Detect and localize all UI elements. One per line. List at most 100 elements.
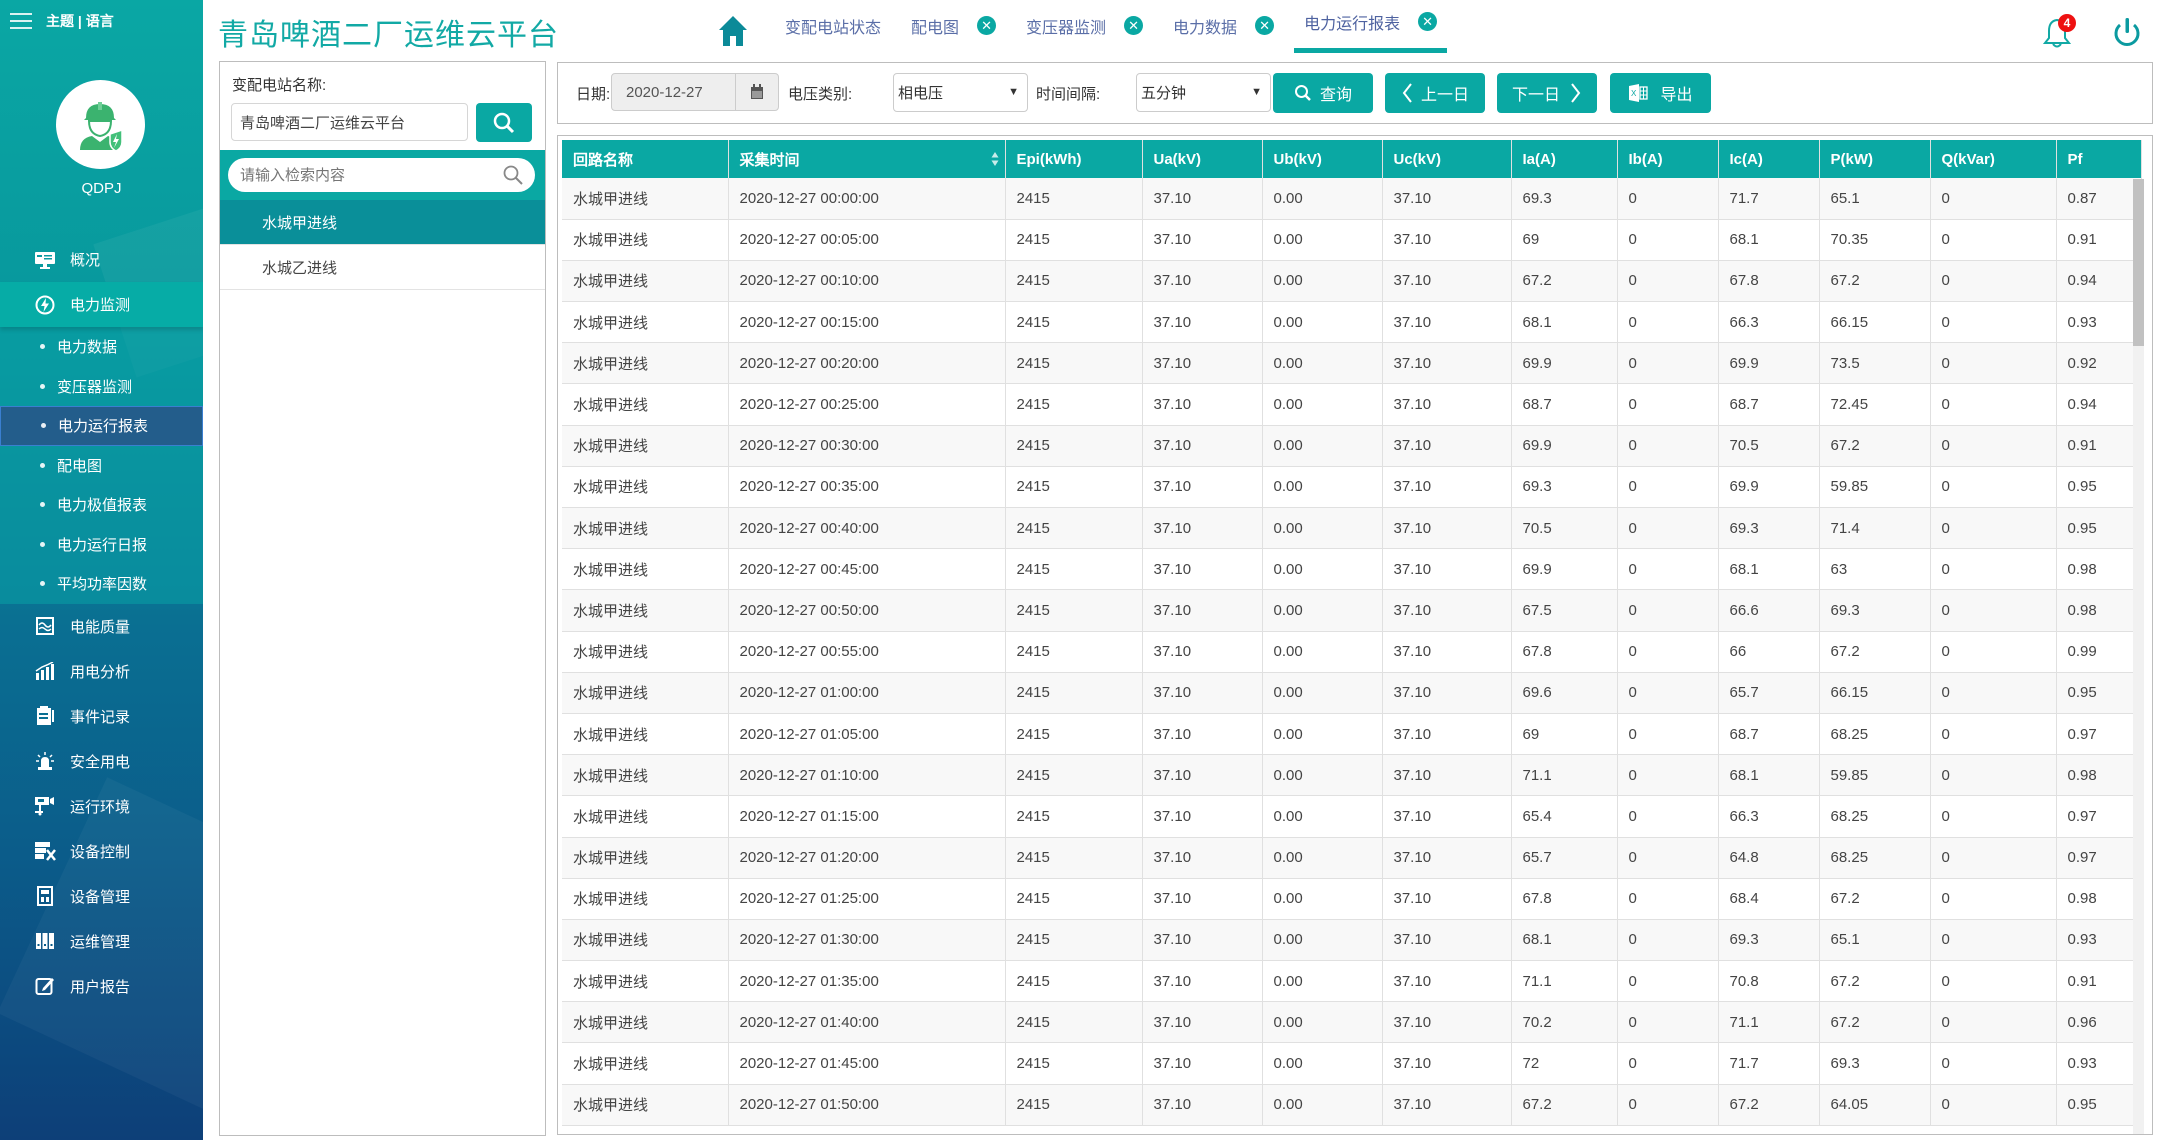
date-input[interactable]: 2020-12-27 bbox=[611, 73, 736, 111]
table-cell: 67.2 bbox=[1819, 1001, 1931, 1044]
table-row[interactable]: 水城甲进线 2020-12-27 00:45:00 2415 37.10 0.00 37.… bbox=[562, 548, 2142, 591]
chevron-right-icon bbox=[1570, 82, 1582, 104]
table-cell: 0 bbox=[1930, 466, 2057, 509]
query-button[interactable]: 查询 bbox=[1273, 73, 1373, 113]
date-picker-button[interactable] bbox=[735, 73, 779, 111]
tab-power-operation-report[interactable]: 电力运行报表 ✕ bbox=[1284, 0, 1448, 57]
sidebar-item-label: 电能质量 bbox=[70, 618, 131, 636]
station-list-item[interactable]: 水城甲进线 bbox=[220, 200, 545, 245]
table-cell: 37.10 bbox=[1142, 301, 1263, 344]
sidebar-subitem-power-extreme-report[interactable]: 电力极值报表 bbox=[0, 485, 203, 525]
sidebar-item-event-records[interactable]: 事件记录 bbox=[0, 694, 203, 739]
table-cell: 0.00 bbox=[1262, 383, 1383, 426]
sidebar-item-operating-environment[interactable]: 运行环境 bbox=[0, 784, 203, 829]
table-cell: 2020-12-27 01:25:00 bbox=[728, 878, 1006, 920]
table-row[interactable]: 水城甲进线 2020-12-27 00:10:00 2415 37.10 0.00 37.… bbox=[562, 260, 2142, 303]
table-scrollbar[interactable] bbox=[2133, 179, 2144, 1134]
sidebar-subitem-label: 电力数据 bbox=[57, 339, 118, 357]
tab-substation-status[interactable]: 变配电站状态 bbox=[765, 0, 891, 57]
sort-icon[interactable] bbox=[991, 151, 999, 167]
table-row[interactable]: 水城甲进线 2020-12-27 00:30:00 2415 37.10 0.00 37.… bbox=[562, 425, 2142, 467]
table-cell: 0 bbox=[1930, 878, 2057, 920]
table-row[interactable]: 水城甲进线 2020-12-27 00:35:00 2415 37.10 0.00 37.… bbox=[562, 466, 2142, 509]
table-cell: 2415 bbox=[1005, 219, 1143, 261]
table-row[interactable]: 水城甲进线 2020-12-27 00:50:00 2415 37.10 0.00 37.… bbox=[562, 589, 2142, 632]
station-name-input[interactable] bbox=[231, 103, 468, 141]
search-icon[interactable] bbox=[502, 164, 524, 186]
sidebar-subitem-average-power-factor[interactable]: 平均功率因数 bbox=[0, 564, 203, 604]
sidebar-subitem-power-operation-report[interactable]: 电力运行报表 bbox=[0, 406, 203, 446]
tab-power-data[interactable]: 电力数据 ✕ bbox=[1153, 0, 1284, 57]
table-row[interactable]: 水城甲进线 2020-12-27 01:25:00 2415 37.10 0.00 37.… bbox=[562, 878, 2142, 920]
table-row[interactable]: 水城甲进线 2020-12-27 01:00:00 2415 37.10 0.00 37.… bbox=[562, 672, 2142, 714]
table-cell: 37.10 bbox=[1382, 589, 1512, 632]
table-row[interactable]: 水城甲进线 2020-12-27 01:45:00 2415 37.10 0.00 37.… bbox=[562, 1042, 2142, 1085]
sidebar-item-user-report[interactable]: 用户报告 bbox=[0, 964, 203, 1009]
table-row[interactable]: 水城甲进线 2020-12-27 00:15:00 2415 37.10 0.00 37.… bbox=[562, 301, 2142, 344]
table-cell: 2415 bbox=[1005, 1084, 1143, 1126]
scrollbar-thumb[interactable] bbox=[2133, 179, 2144, 346]
table-row[interactable]: 水城甲进线 2020-12-27 01:10:00 2415 37.10 0.00 37.… bbox=[562, 754, 2142, 797]
table-cell: 69 bbox=[1511, 713, 1618, 756]
notification-badge: 4 bbox=[2058, 14, 2076, 32]
voltage-type-select[interactable]: 相电压 ▼ bbox=[893, 73, 1028, 112]
theme-language-link[interactable]: 主题 | 语言 bbox=[46, 11, 114, 31]
table-row[interactable]: 水城甲进线 2020-12-27 01:50:00 2415 37.10 0.00 37.… bbox=[562, 1084, 2142, 1126]
close-tab-icon[interactable]: ✕ bbox=[1418, 12, 1438, 31]
table-cell: 69.3 bbox=[1819, 589, 1931, 632]
table-row[interactable]: 水城甲进线 2020-12-27 00:55:00 2415 37.10 0.00 37.… bbox=[562, 631, 2142, 673]
sidebar-subitem-label: 配电图 bbox=[57, 457, 103, 475]
close-tab-icon[interactable]: ✕ bbox=[977, 16, 997, 35]
table-row[interactable]: 水城甲进线 2020-12-27 01:35:00 2415 37.10 0.00 37.… bbox=[562, 960, 2142, 1003]
table-cell: 0.98 bbox=[2056, 589, 2142, 632]
sidebar-subitem-power-data[interactable]: 电力数据 bbox=[0, 327, 203, 367]
sidebar-item-power-quality[interactable]: 电能质量 bbox=[0, 604, 203, 649]
table-row[interactable]: 水城甲进线 2020-12-27 00:20:00 2415 37.10 0.00 37.… bbox=[562, 342, 2142, 385]
tab-distribution-diagram[interactable]: 配电图 ✕ bbox=[891, 0, 1006, 57]
station-search-button[interactable] bbox=[476, 103, 532, 142]
table-row[interactable]: 水城甲进线 2020-12-27 01:15:00 2415 37.10 0.00 37.… bbox=[562, 795, 2142, 838]
bullet-icon bbox=[40, 502, 45, 508]
interval-select[interactable]: 五分钟 ▼ bbox=[1136, 73, 1271, 112]
avatar[interactable] bbox=[56, 80, 145, 169]
station-list-item[interactable]: 水城乙进线 bbox=[220, 245, 545, 290]
table-row[interactable]: 水城甲进线 2020-12-27 01:05:00 2415 37.10 0.00 37.… bbox=[562, 713, 2142, 756]
sidebar-subitem-power-daily-report[interactable]: 电力运行日报 bbox=[0, 525, 203, 565]
table-row[interactable]: 水城甲进线 2020-12-27 00:40:00 2415 37.10 0.00 37.… bbox=[562, 507, 2142, 550]
table-row[interactable]: 水城甲进线 2020-12-27 00:05:00 2415 37.10 0.00 37.… bbox=[562, 219, 2142, 261]
next-day-button[interactable]: 下一日 bbox=[1497, 73, 1597, 113]
voltage-type-label: 电压类别: bbox=[788, 86, 853, 103]
sidebar-item-power-monitoring[interactable]: 电力监测 bbox=[0, 282, 203, 327]
table-row[interactable]: 水城甲进线 2020-12-27 01:20:00 2415 37.10 0.00 37.… bbox=[562, 837, 2142, 879]
close-tab-icon[interactable]: ✕ bbox=[1255, 16, 1275, 35]
sidebar-item-device-control[interactable]: 设备控制 bbox=[0, 829, 203, 874]
filter-input[interactable] bbox=[228, 158, 535, 192]
sidebar-item-overview[interactable]: 概况 bbox=[0, 237, 203, 282]
sidebar-subitem-transformer-monitoring[interactable]: 变压器监测 bbox=[0, 367, 203, 407]
logout-button[interactable] bbox=[2110, 16, 2144, 50]
table-cell: 0 bbox=[1930, 383, 2057, 426]
menu-toggle-icon[interactable] bbox=[10, 13, 32, 29]
sidebar-item-maintenance-management[interactable]: 运维管理 bbox=[0, 919, 203, 964]
sidebar-subitem-distribution-diagram[interactable]: 配电图 bbox=[0, 446, 203, 486]
table-cell: 0.00 bbox=[1262, 548, 1383, 591]
table-row[interactable]: 水城甲进线 2020-12-27 01:40:00 2415 37.10 0.00 37.… bbox=[562, 1001, 2142, 1044]
sidebar-item-safe-electricity[interactable]: 安全用电 bbox=[0, 739, 203, 784]
table-cell: 0.00 bbox=[1262, 672, 1383, 714]
table-cell: 2415 bbox=[1005, 672, 1143, 714]
previous-day-button[interactable]: 上一日 bbox=[1385, 73, 1485, 113]
export-button[interactable]: X 导出 bbox=[1610, 73, 1711, 113]
table-cell: 37.10 bbox=[1382, 754, 1512, 797]
sidebar-item-label: 用户报告 bbox=[70, 978, 131, 996]
home-button[interactable] bbox=[718, 14, 748, 48]
close-tab-icon[interactable]: ✕ bbox=[1124, 16, 1144, 35]
table-row[interactable]: 水城甲进线 2020-12-27 00:00:00 2415 37.10 0.00 37.… bbox=[562, 178, 2142, 220]
dropdown-arrow-icon: ▼ bbox=[1251, 86, 1262, 98]
table-row[interactable]: 水城甲进线 2020-12-27 00:25:00 2415 37.10 0.00 37.… bbox=[562, 383, 2142, 426]
sidebar-item-device-management[interactable]: 设备管理 bbox=[0, 874, 203, 919]
table-cell: 2020-12-27 01:45:00 bbox=[728, 1042, 1006, 1085]
table-row[interactable]: 水城甲进线 2020-12-27 01:30:00 2415 37.10 0.00 37.… bbox=[562, 919, 2142, 962]
tab-transformer-monitoring[interactable]: 变压器监测 ✕ bbox=[1006, 0, 1153, 57]
column-header[interactable]: 采集时间 bbox=[728, 140, 1006, 178]
sidebar-item-usage-analysis[interactable]: 用电分析 bbox=[0, 649, 203, 694]
